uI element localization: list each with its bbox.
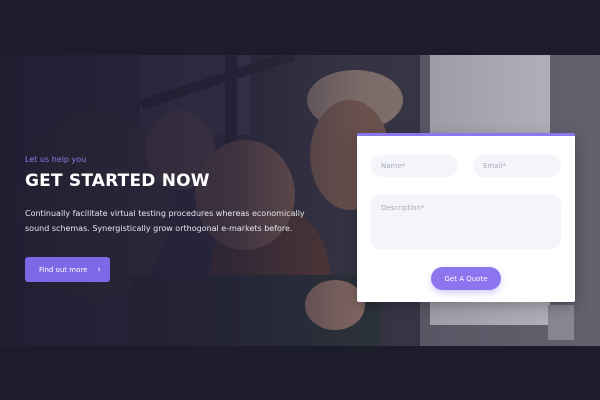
name-field[interactable] xyxy=(371,155,458,177)
hero-description: Continually facilitate virtual testing p… xyxy=(25,209,305,233)
description-field[interactable] xyxy=(371,195,561,249)
find-out-more-label: Find out more xyxy=(39,265,88,274)
chevron-right-icon: › xyxy=(97,264,101,275)
email-field[interactable] xyxy=(473,155,561,177)
quote-form: Get A Quote xyxy=(357,133,575,302)
find-out-more-button[interactable]: Find out more › xyxy=(25,257,110,282)
get-a-quote-button[interactable]: Get A Quote xyxy=(431,267,501,290)
hero-eyebrow: Let us help you xyxy=(25,155,87,164)
hero-headline: GET STARTED NOW xyxy=(25,171,210,191)
